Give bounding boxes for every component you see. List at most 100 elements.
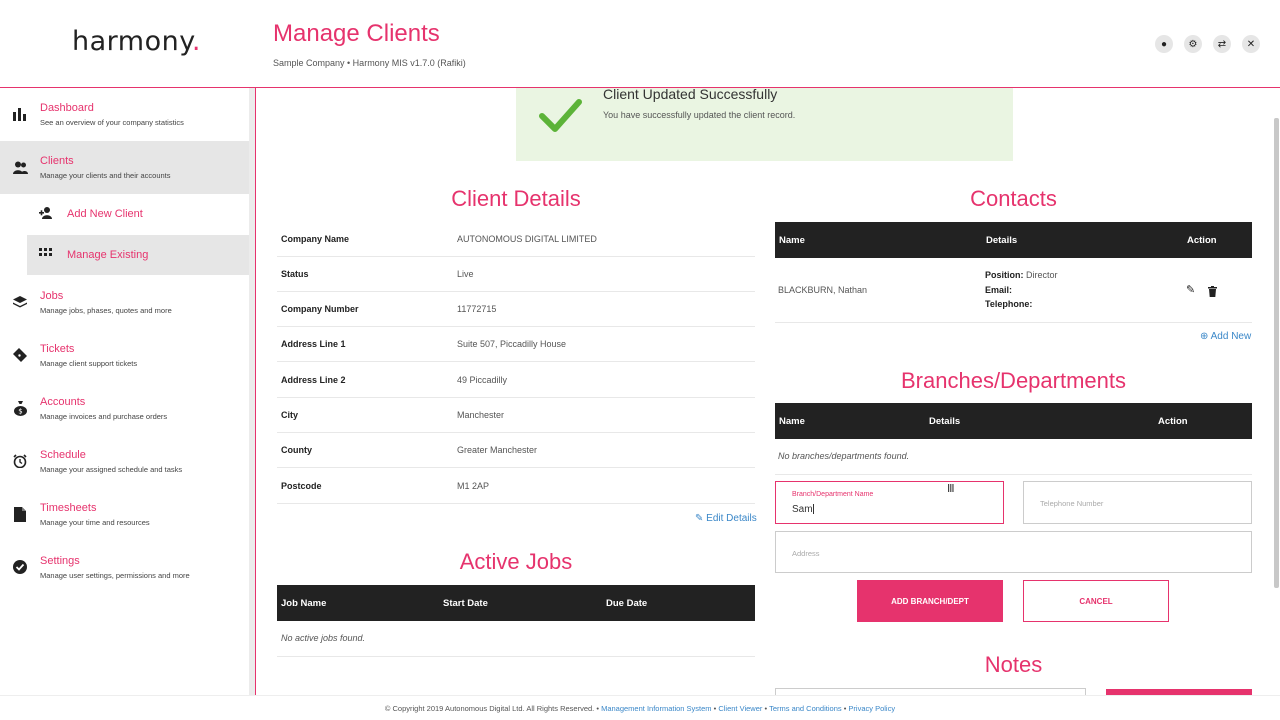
detail-value: 11772715 xyxy=(457,304,497,314)
column-header[interactable]: Action xyxy=(1158,416,1188,427)
row-divider xyxy=(775,322,1252,323)
detail-row: Company Name AUTONOMOUS DIGITAL LIMITED xyxy=(277,222,755,257)
notes-title: Notes xyxy=(984,652,1043,677)
sidebar-item-jobs[interactable]: Jobs Manage jobs, phases, quotes and mor… xyxy=(0,276,249,329)
trash-icon[interactable] xyxy=(1208,284,1217,302)
detail-value: Greater Manchester xyxy=(457,445,538,455)
add-new-contact-link[interactable]: ⊕ Add New xyxy=(1200,331,1251,342)
client-details-title: Client Details xyxy=(451,186,581,211)
sidebar-item-desc: Manage user settings, permissions and mo… xyxy=(40,571,190,580)
empty-branches-message: No branches/departments found. xyxy=(778,451,910,461)
chat-icon[interactable]: ● xyxy=(1155,35,1173,53)
notes-input[interactable] xyxy=(775,688,1086,695)
column-header[interactable]: Name xyxy=(779,235,805,246)
add-new-label: Add New xyxy=(1210,331,1252,342)
contacts-title: Contacts xyxy=(970,186,1057,211)
column-header[interactable]: Due Date xyxy=(606,598,647,609)
column-header[interactable]: Job Name xyxy=(281,598,326,609)
row-divider xyxy=(775,474,1252,475)
contact-telephone: Telephone: xyxy=(985,299,1033,309)
sidebar-subitem-label: Manage Existing xyxy=(67,249,149,261)
branch-name-value: Sam xyxy=(792,504,814,515)
sidebar-accent-line xyxy=(255,88,256,695)
alert-title: Client Updated Successfully xyxy=(603,86,778,102)
sidebar-item-title: Schedule xyxy=(40,449,86,461)
pencil-icon: ✎ xyxy=(695,513,704,524)
document-icon xyxy=(12,506,28,522)
edit-details-link[interactable]: ✎ Edit Details xyxy=(695,513,757,524)
footer-link-privacy[interactable]: Privacy Policy xyxy=(848,704,895,713)
sidebar-item-timesheets[interactable]: Timesheets Manage your time and resource… xyxy=(0,488,249,541)
branch-name-field[interactable]: Branch/Department Name Sam xyxy=(775,481,1004,524)
page-subtitle: Sample Company • Harmony MIS v1.7.0 (Raf… xyxy=(273,58,466,68)
contact-email: Email: xyxy=(985,285,1013,295)
sidebar-item-clients[interactable]: Clients Manage your clients and their ac… xyxy=(0,141,249,194)
detail-label: Company Name xyxy=(281,234,350,244)
column-header[interactable]: Start Date xyxy=(443,598,488,609)
column-header[interactable]: Name xyxy=(779,416,805,427)
column-header[interactable]: Action xyxy=(1187,235,1217,246)
contacts-header: Name Details Action xyxy=(775,222,1252,258)
detail-row: Postcode M1 2AP xyxy=(277,469,755,504)
detail-row: County Greater Manchester xyxy=(277,433,755,468)
sidebar-item-title: Jobs xyxy=(40,290,64,302)
users-icon xyxy=(12,159,28,175)
sidebar-item-schedule[interactable]: Schedule Manage your assigned schedule a… xyxy=(0,435,249,488)
detail-label: Company Number xyxy=(281,304,359,314)
telephone-field[interactable]: Telephone Number xyxy=(1023,481,1252,524)
column-header[interactable]: Details xyxy=(986,235,1017,246)
sidebar-item-dashboard[interactable]: Dashboard See an overview of your compan… xyxy=(0,88,249,141)
detail-value: M1 2AP xyxy=(457,481,490,491)
harmony-logo[interactable]: harmony. xyxy=(72,26,201,57)
column-header[interactable]: Details xyxy=(929,416,960,427)
detail-value: Suite 507, Piccadilly House xyxy=(457,339,567,349)
sidebar-item-settings[interactable]: Settings Manage user settings, permissio… xyxy=(0,541,249,594)
check-circle-icon xyxy=(12,559,28,575)
sidebar-item-accounts[interactable]: $ Accounts Manage invoices and purchase … xyxy=(0,382,249,435)
footer-link-mis[interactable]: Management Information System xyxy=(601,704,711,713)
detail-label: Address Line 1 xyxy=(281,339,346,349)
add-user-icon xyxy=(39,207,53,222)
sidebar-item-desc: Manage your assigned schedule and tasks xyxy=(40,465,183,474)
address-field[interactable]: Address xyxy=(775,531,1252,573)
money-bag-icon: $ xyxy=(12,400,28,416)
alarm-clock-icon xyxy=(12,453,28,469)
sidebar-subitem-manage-existing[interactable]: Manage Existing xyxy=(27,235,249,275)
page-scrollbar[interactable] xyxy=(1274,118,1279,588)
grid-icon xyxy=(39,248,52,262)
swap-icon[interactable]: ⇄ xyxy=(1213,35,1231,53)
detail-label: Status xyxy=(281,269,309,279)
branches-header: Name Details Action xyxy=(775,403,1252,439)
telephone-placeholder: Telephone Number xyxy=(1040,499,1104,508)
detail-row: Company Number 11772715 xyxy=(277,292,755,327)
pencil-icon[interactable]: ✎ xyxy=(1186,283,1195,296)
sidebar-subitem-label: Add New Client xyxy=(67,208,143,220)
add-branch-button[interactable]: ADD BRANCH/DEPT xyxy=(857,580,1003,622)
detail-label: County xyxy=(281,445,312,455)
close-icon[interactable]: ✕ xyxy=(1242,35,1260,53)
detail-value: 49 Piccadilly xyxy=(457,375,508,385)
bar-chart-icon xyxy=(12,106,28,122)
detail-value: Live xyxy=(457,269,474,279)
branches-title: Branches/Departments xyxy=(901,368,1126,393)
gear-icon[interactable]: ⚙ xyxy=(1184,35,1202,53)
contact-name: BLACKBURN, Nathan xyxy=(778,285,868,295)
sidebar-item-desc: Manage client support tickets xyxy=(40,359,138,368)
sidebar-item-tickets[interactable]: Tickets Manage client support tickets xyxy=(0,329,249,382)
page-title: Manage Clients xyxy=(273,20,440,47)
sidebar-item-title: Timesheets xyxy=(40,502,97,514)
contact-position: Position: Director xyxy=(985,270,1058,280)
footer-link-terms[interactable]: Terms and Conditions xyxy=(769,704,842,713)
detail-label: Postcode xyxy=(281,481,322,491)
top-header: harmony. Manage Clients Sample Company •… xyxy=(0,0,1280,88)
sidebar-subitem-add-new-client[interactable]: Add New Client xyxy=(27,194,249,234)
sidebar-item-title: Tickets xyxy=(40,343,75,355)
cancel-button[interactable]: CANCEL xyxy=(1023,580,1169,622)
checkmark-icon xyxy=(539,99,582,132)
footer-link-client-viewer[interactable]: Client Viewer xyxy=(718,704,762,713)
success-alert: Client Updated Successfully You have suc… xyxy=(516,86,1013,161)
copyright-text: © Copyright 2019 Autonomous Digital Ltd.… xyxy=(384,704,599,713)
detail-value: Manchester xyxy=(457,410,505,420)
sidebar: Dashboard See an overview of your compan… xyxy=(0,88,249,695)
sidebar-item-desc: Manage invoices and purchase orders xyxy=(40,412,168,421)
